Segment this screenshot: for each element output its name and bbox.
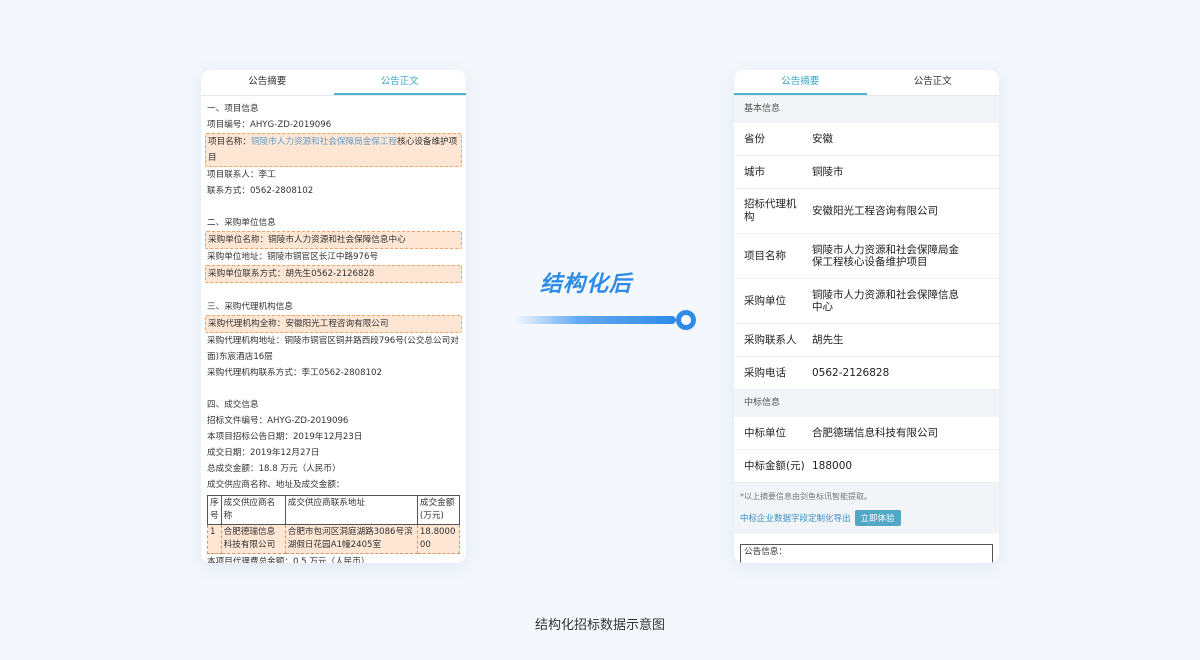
- structured-summary-panel: 公告摘要 公告正文 基本信息 省份 安徽 城市 铜陵市 招标代理机构 安徽阳光工…: [734, 70, 999, 563]
- project-name-highlight: 项目名称：铜陵市人力资源和社会保障局金保工程核心设备维护项目: [205, 133, 462, 167]
- table-cell: 1: [207, 524, 222, 554]
- original-announcement-panel: 公告摘要 公告正文 一、项目信息 项目编号：AHYG-ZD-2019096 项目…: [201, 70, 466, 563]
- table-cell: 18.800000: [416, 524, 461, 554]
- table-header-cell: 成交金额(万元): [416, 495, 461, 525]
- right-tab-bar: 公告摘要 公告正文: [734, 70, 999, 96]
- field-value: 铜陵市人力资源和社会保障局金保工程核心设备维护项目: [812, 244, 959, 268]
- list-item: 采购单位 铜陵市人力资源和社会保障信息中心: [734, 279, 999, 324]
- announcement-box: 公告信息：: [740, 544, 993, 563]
- table-cell: 合肥德瑞信息科技有限公司: [220, 524, 286, 554]
- field-label: 采购联系人: [744, 333, 797, 346]
- table-header-cell: 成交供应商名称: [220, 495, 286, 525]
- project-name-link[interactable]: 铜陵市人力资源和社会保障局金保工程: [251, 137, 397, 147]
- agency-fee: 本项目代理费总金额：0.5 万元（人民币）: [207, 557, 370, 563]
- field-value: 胡先生: [812, 334, 844, 346]
- list-item: 中标单位 合肥德瑞信息科技有限公司: [734, 417, 999, 450]
- tab-fulltext[interactable]: 公告正文: [333, 70, 466, 95]
- field-label: 采购电话: [744, 366, 786, 379]
- deal-total: 总成交金额：18.8 万元（人民币）: [207, 464, 341, 474]
- agency-name-highlight: 采购代理机构全称：安徽阳光工程咨询有限公司: [205, 315, 462, 333]
- deal-date: 成交日期：2019年12月27日: [207, 448, 320, 458]
- section-title-project: 一、项目信息: [207, 104, 259, 114]
- export-line: 中标企业数据字段定制化导出 立即体验: [740, 510, 993, 526]
- left-tab-bar: 公告摘要 公告正文: [201, 70, 466, 96]
- field-value: 铜陵市人力资源和社会保障信息中心: [812, 289, 959, 313]
- field-value: 铜陵市: [812, 166, 844, 178]
- field-label: 采购单位: [744, 294, 786, 307]
- table-header-cell: 成交供应商联系地址: [284, 495, 418, 525]
- table-cell: 合肥市包河区洞庭湖路3086号滨湖假日花园A1幢2405室: [284, 524, 418, 554]
- field-value: 安徽阳光工程咨询有限公司: [812, 205, 938, 217]
- project-code: 项目编号：AHYG-ZD-2019096: [207, 120, 332, 130]
- buyer-name-highlight: 采购单位名称：铜陵市人力资源和社会保障信息中心: [205, 231, 462, 249]
- field-label: 招标代理机构: [744, 198, 797, 223]
- structured-label: 结构化后: [540, 272, 633, 297]
- notice-date: 本项目招标公告日期：2019年12月23日: [207, 432, 363, 442]
- buyer-contact-highlight: 采购单位联系方式：胡先生0562-2126828: [205, 265, 462, 283]
- extraction-note: *以上摘要信息由剑鱼标讯智能提取。: [740, 492, 872, 501]
- project-phone: 联系方式：0562-2808102: [207, 186, 314, 196]
- announcement-body: 一、项目信息 项目编号：AHYG-ZD-2019096 项目名称：铜陵市人力资源…: [201, 96, 466, 563]
- table-row: 1 合肥德瑞信息科技有限公司 合肥市包河区洞庭湖路3086号滨湖假日花园A1幢2…: [207, 524, 461, 554]
- field-label: 城市: [744, 165, 765, 178]
- export-link[interactable]: 中标企业数据字段定制化导出: [740, 512, 851, 524]
- section-title-agency: 三、采购代理机构信息: [207, 302, 293, 312]
- field-value: 安徽: [812, 133, 833, 145]
- arrow-dot-icon: [676, 310, 696, 330]
- project-contact: 项目联系人：李工: [207, 170, 276, 180]
- section-title-buyer: 二、采购单位信息: [207, 218, 276, 228]
- list-item: 城市 铜陵市: [734, 156, 999, 189]
- field-label: 中标金额(元): [744, 459, 805, 472]
- agency-address: 采购代理机构地址：铜陵市铜官区铜井路西段796号(公交总公司对面)东宸酒店16层: [207, 336, 459, 362]
- list-item: 采购电话 0562-2126828: [734, 357, 999, 390]
- list-item: 招标代理机构 安徽阳光工程咨询有限公司: [734, 189, 999, 234]
- supplier-list-title: 成交供应商名称、地址及成交金额：: [207, 480, 345, 490]
- tender-doc-code: 招标文件编号：AHYG-ZD-2019096: [207, 416, 349, 426]
- supplier-table: 序号 成交供应商名称 成交供应商联系地址 成交金额(万元) 1 合肥德瑞信息科技…: [207, 495, 461, 554]
- list-item: 项目名称 铜陵市人力资源和社会保障局金保工程核心设备维护项目: [734, 234, 999, 279]
- tab-summary[interactable]: 公告摘要: [734, 70, 867, 95]
- section-title-deal: 四、成交信息: [207, 400, 259, 410]
- field-label: 项目名称: [744, 249, 786, 262]
- field-value: 188000: [812, 460, 853, 472]
- announcement-label: 公告信息：: [744, 547, 787, 557]
- note-area: *以上摘要信息由剑鱼标讯智能提取。 中标企业数据字段定制化导出 立即体验: [734, 483, 999, 534]
- figure-caption: 结构化招标数据示意图: [534, 618, 665, 633]
- try-now-button[interactable]: 立即体验: [854, 510, 901, 526]
- win-info-header: 中标信息: [734, 390, 999, 417]
- table-header-row: 序号 成交供应商名称 成交供应商联系地址 成交金额(万元): [207, 495, 461, 525]
- list-item: 采购联系人 胡先生: [734, 324, 999, 357]
- project-name-prefix: 项目名称：: [208, 137, 251, 147]
- buyer-address: 采购单位地址：铜陵市铜官区长江中路976号: [207, 252, 379, 262]
- table-header-cell: 序号: [207, 495, 222, 525]
- agency-contact: 采购代理机构联系方式：李工0562-2808102: [207, 368, 382, 378]
- list-item: 省份 安徽: [734, 123, 999, 156]
- field-label: 省份: [744, 132, 765, 145]
- field-value: 0562-2126828: [812, 367, 890, 379]
- tab-summary[interactable]: 公告摘要: [201, 70, 334, 95]
- arrow-line: [514, 316, 676, 324]
- basic-info-header: 基本信息: [734, 96, 999, 123]
- field-label: 中标单位: [744, 426, 786, 439]
- tab-fulltext[interactable]: 公告正文: [867, 70, 1000, 95]
- field-value: 合肥德瑞信息科技有限公司: [812, 427, 938, 439]
- list-item: 中标金额(元) 188000: [734, 450, 999, 483]
